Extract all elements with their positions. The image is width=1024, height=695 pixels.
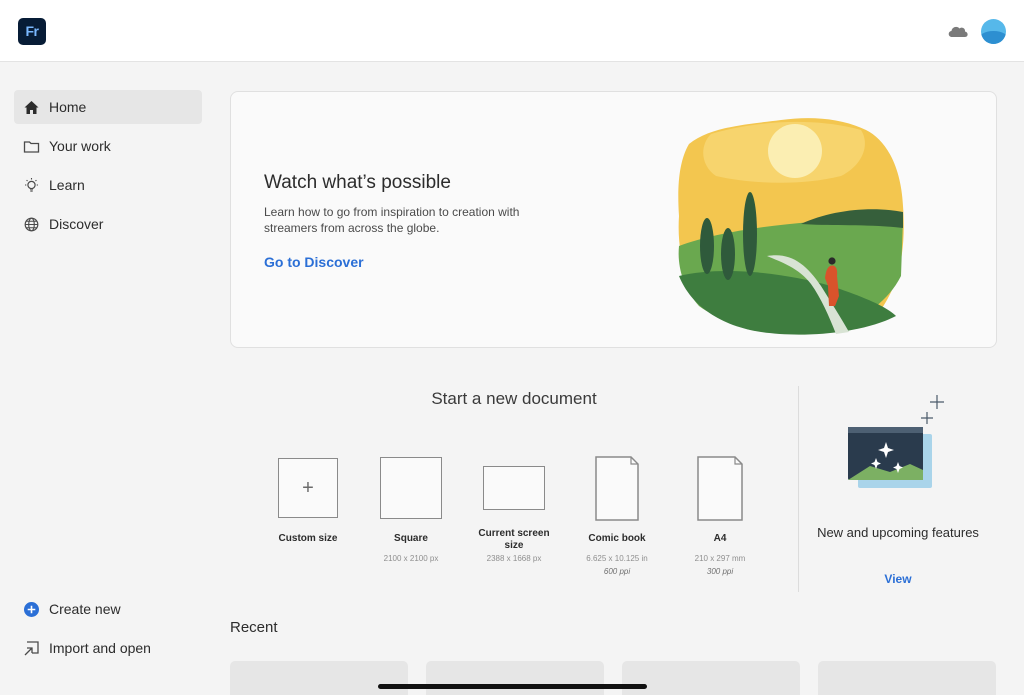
landscape-illustration <box>678 118 904 335</box>
preset-square[interactable]: Square 2100 x 2100 px <box>366 456 456 586</box>
user-avatar[interactable] <box>981 19 1006 44</box>
plus-circle-icon <box>24 601 39 617</box>
create-new-button[interactable]: Create new <box>14 592 202 626</box>
home-icon <box>24 100 39 114</box>
preset-current-screen-size[interactable]: Current screen size 2388 x 1668 px <box>469 456 559 586</box>
square-shape <box>380 457 442 519</box>
preset-size: 2388 x 1668 px <box>486 554 542 563</box>
sidebar-item-discover[interactable]: Discover <box>14 207 202 241</box>
preset-size: 210 x 297 mm <box>694 554 746 563</box>
recent-card[interactable] <box>818 661 996 695</box>
screen-shape <box>483 466 545 510</box>
preset-label: A4 <box>713 533 727 544</box>
import-icon <box>24 640 39 655</box>
banner-title: Watch what’s possible <box>264 172 451 193</box>
recent-title: Recent <box>230 619 278 636</box>
sidebar-item-label: Learn <box>49 177 85 193</box>
cloud-icon[interactable] <box>946 22 970 40</box>
banner-description: Learn how to go from inspiration to crea… <box>264 205 520 235</box>
preset-ppi: 600 ppi <box>603 567 631 576</box>
create-new-label: Create new <box>49 601 121 617</box>
sidebar: Home Your work Learn Discover Create new… <box>0 63 215 695</box>
home-indicator[interactable] <box>378 684 647 689</box>
top-bar: Fr <box>0 0 1024 62</box>
recent-card[interactable] <box>426 661 604 695</box>
recent-card[interactable] <box>622 661 800 695</box>
preset-label: Comic book <box>588 533 646 544</box>
preset-label: Current screen size <box>478 528 550 551</box>
sidebar-item-home[interactable]: Home <box>14 90 202 124</box>
preset-ppi: 300 ppi <box>706 567 734 576</box>
import-and-open-label: Import and open <box>49 640 151 656</box>
features-title: New and upcoming features <box>817 525 979 540</box>
discover-banner: Watch what’s possible Learn how to go fr… <box>230 91 997 348</box>
start-new-document-title: Start a new document <box>431 389 597 408</box>
plus-icon: + <box>278 458 338 518</box>
folder-icon <box>23 140 40 153</box>
sidebar-item-your-work[interactable]: Your work <box>14 129 202 163</box>
app-logo[interactable]: Fr <box>18 18 46 45</box>
preset-comic-book[interactable]: Comic book 6.625 x 10.125 in 600 ppi <box>572 456 662 586</box>
import-and-open-button[interactable]: Import and open <box>14 631 202 665</box>
page-icon <box>595 456 639 521</box>
sidebar-item-label: Home <box>49 99 87 115</box>
lightbulb-icon <box>25 177 38 192</box>
preset-a4[interactable]: A4 210 x 297 mm 300 ppi <box>675 456 765 586</box>
go-to-discover-link[interactable]: Go to Discover <box>264 254 364 270</box>
view-features-link[interactable]: View <box>860 572 936 586</box>
globe-icon <box>24 217 39 231</box>
preset-label: Custom size <box>278 533 338 544</box>
preset-size: 6.625 x 10.125 in <box>586 554 648 563</box>
preset-size: 2100 x 2100 px <box>383 554 439 563</box>
preset-custom-size[interactable]: + Custom size <box>263 456 353 586</box>
sidebar-item-label: Discover <box>49 216 104 232</box>
page-icon <box>697 456 743 521</box>
features-illustration <box>848 395 944 488</box>
sidebar-item-label: Your work <box>49 138 111 154</box>
sidebar-item-learn[interactable]: Learn <box>14 168 202 202</box>
section-divider <box>798 386 799 592</box>
preset-label: Square <box>394 533 428 544</box>
recent-card[interactable] <box>230 661 408 695</box>
